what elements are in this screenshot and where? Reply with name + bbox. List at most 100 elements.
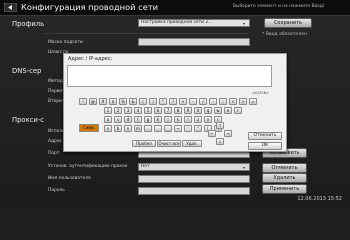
username-field[interactable]	[138, 175, 250, 183]
key[interactable]: _	[164, 125, 172, 132]
key[interactable]: *	[159, 98, 167, 105]
key[interactable]: $	[109, 98, 117, 105]
dialog-ok-button[interactable]: ОК	[248, 142, 282, 150]
title-bar: Конфигурация проводной сети Выберите эле…	[0, 0, 350, 16]
key[interactable]: k	[174, 116, 182, 123]
key[interactable]: x	[204, 116, 212, 123]
key[interactable]: 0	[194, 107, 202, 114]
key[interactable]: ;	[219, 98, 227, 105]
cancel-button[interactable]: Отменить	[262, 163, 307, 173]
key[interactable]: ?	[169, 98, 177, 105]
key[interactable]: s	[114, 116, 122, 123]
key[interactable]: q	[204, 107, 212, 114]
key[interactable]: (	[139, 98, 147, 105]
proxy-section-label: Прокси-с	[12, 116, 45, 124]
divider	[44, 33, 249, 34]
proxy-auth-label: Установ. аутентификацию прокси	[48, 164, 128, 169]
key[interactable]: "	[194, 125, 202, 132]
key[interactable]: &	[129, 98, 137, 105]
chevron-down-icon: ▾	[243, 165, 246, 170]
char-counter: <0/256>	[252, 90, 270, 95]
key[interactable]: a	[104, 116, 112, 123]
key[interactable]: ~	[174, 125, 182, 132]
password-field[interactable]	[138, 187, 250, 195]
key[interactable]: 7	[164, 107, 172, 114]
key[interactable]: @	[89, 98, 97, 105]
dns-method-label: Метод	[48, 79, 63, 84]
key[interactable]: :	[209, 98, 217, 105]
key[interactable]: 1	[104, 107, 112, 114]
arrow-up-key[interactable]: ↑	[216, 122, 224, 129]
key[interactable]: j	[164, 116, 172, 123]
key[interactable]: r	[234, 107, 242, 114]
key[interactable]: )	[149, 98, 157, 105]
key[interactable]: =	[249, 98, 257, 105]
subnet-mask-field[interactable]	[138, 38, 250, 46]
username-label: Имя пользователя	[48, 176, 91, 181]
key[interactable]: 8	[174, 107, 182, 114]
apply-button[interactable]: Применить	[262, 184, 307, 194]
key[interactable]: .	[144, 125, 152, 132]
password-label: Пароль	[48, 188, 65, 193]
back-arrow-icon[interactable]	[4, 3, 17, 12]
delete-button[interactable]: Удалить	[262, 173, 307, 183]
dialog-cancel-button[interactable]: Отменить	[248, 132, 282, 140]
key[interactable]: !	[79, 98, 87, 105]
navigation-hint: Выберите элемент и на нажмите Ввод/	[233, 4, 325, 9]
key[interactable]: g	[144, 116, 152, 123]
key[interactable]: -	[189, 98, 197, 105]
required-note: * Ввод обязателен	[262, 32, 307, 37]
key[interactable]: 3	[124, 107, 132, 114]
key[interactable]: n	[124, 125, 132, 132]
profile-select[interactable]: Настройка проводной сети 2...	[138, 19, 250, 27]
profile-value: Настройка проводной сети 2...	[141, 20, 213, 25]
key[interactable]: z	[194, 116, 202, 123]
ip-address-dialog: Адрес / IP-адрес: <0/256> ! @ # $% &() *? + - /:…	[63, 53, 287, 152]
key[interactable]: 2	[114, 107, 122, 114]
key[interactable]: <	[229, 98, 237, 105]
chevron-down-icon: ▾	[243, 21, 246, 26]
arrow-left-key[interactable]: ←	[208, 130, 216, 137]
proxy-port-label: Порт	[48, 151, 60, 156]
caps-key-label: Симв.	[82, 125, 96, 130]
profile-label: Профиль	[12, 20, 45, 28]
key[interactable]: h	[154, 116, 162, 123]
clear-all-key[interactable]: Очист.все	[157, 140, 181, 147]
space-key[interactable]: Пробел	[132, 140, 156, 147]
dns-section-label: DNS-сер	[12, 67, 42, 75]
screen: Конфигурация проводной сети Выберите эле…	[0, 0, 350, 205]
key[interactable]: v	[104, 125, 112, 132]
on-screen-keyboard: ! @ # $% &() *? + - /:; < > = 1234567890qwer asdfgh…	[64, 96, 286, 151]
key[interactable]: m	[134, 125, 142, 132]
arrow-right-key[interactable]: →	[224, 130, 232, 137]
key[interactable]: ,	[154, 125, 162, 132]
subnet-mask-label: Маска подсети	[48, 40, 83, 45]
save-button[interactable]: Сохранить	[264, 18, 312, 28]
dialog-title: Адрес / IP-адрес:	[68, 56, 113, 62]
key[interactable]: 5	[144, 107, 152, 114]
proxy-auth-value: Нет	[141, 164, 150, 169]
proxy-auth-select[interactable]: Нет	[138, 163, 250, 171]
key[interactable]: /	[199, 98, 207, 105]
status-bar: 12.06.2013 15:52	[0, 196, 350, 205]
key[interactable]: #	[99, 98, 107, 105]
key[interactable]: '	[184, 125, 192, 132]
caps-key[interactable]: Симв.	[79, 124, 99, 132]
key[interactable]: d	[124, 116, 132, 123]
key[interactable]: 6	[154, 107, 162, 114]
key[interactable]: 4	[134, 107, 142, 114]
key[interactable]: 9	[184, 107, 192, 114]
arrow-down-key[interactable]: ↓	[216, 138, 224, 145]
key[interactable]: l	[184, 116, 192, 123]
key[interactable]: e	[224, 107, 232, 114]
key[interactable]: +	[179, 98, 187, 105]
key[interactable]: f	[134, 116, 142, 123]
key[interactable]: >	[239, 98, 247, 105]
address-input[interactable]	[67, 65, 272, 87]
window-title: Конфигурация проводной сети	[21, 2, 159, 12]
key[interactable]: w	[214, 107, 222, 114]
key[interactable]: b	[114, 125, 122, 132]
delete-key[interactable]: Удал.	[182, 140, 202, 147]
clock: 12.06.2013 15:52	[297, 196, 342, 202]
key[interactable]: %	[119, 98, 127, 105]
